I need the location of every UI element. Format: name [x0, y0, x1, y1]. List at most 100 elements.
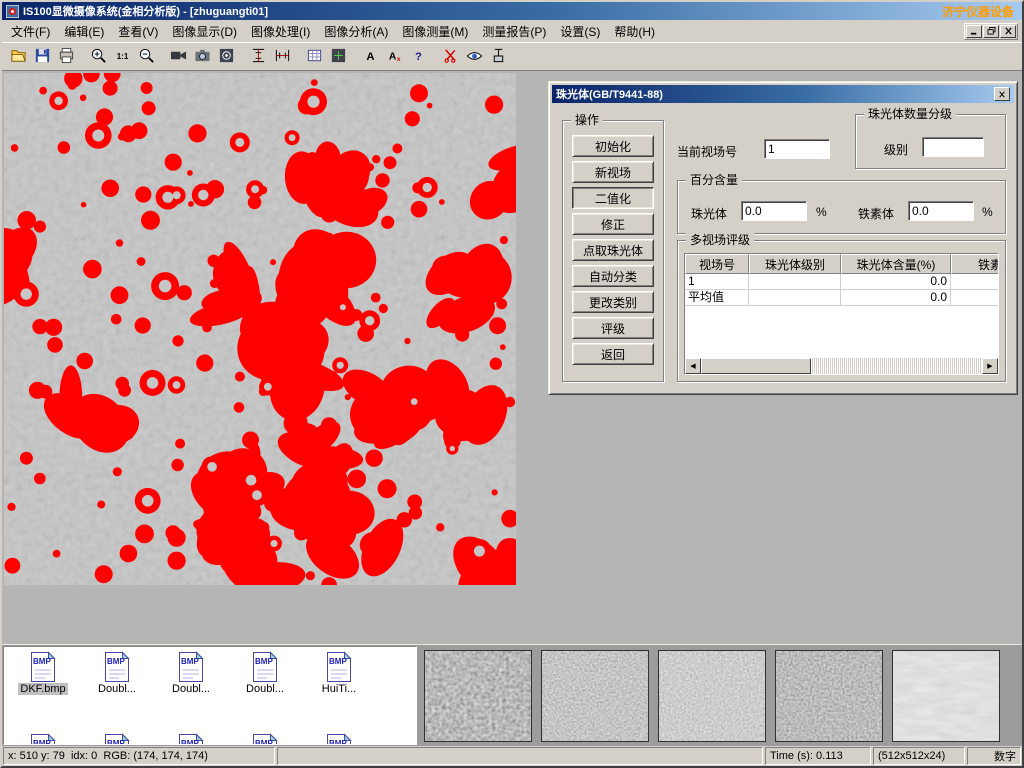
file-name: Doubl...	[170, 683, 212, 695]
svg-text:A: A	[388, 51, 396, 62]
menu-item-5[interactable]: 图像分析(A)	[317, 20, 395, 43]
thumbnail-image-4[interactable]	[775, 650, 883, 742]
table-cell	[749, 274, 841, 290]
table-hscrollbar[interactable]: ◀ ▶	[685, 358, 998, 374]
menu-items: 文件(F)编辑(E)查看(V)图像显示(D)图像处理(I)图像分析(A)图像测量…	[4, 20, 662, 43]
help-button[interactable]: ?	[406, 45, 430, 68]
op-button-3[interactable]: 修正	[572, 213, 654, 235]
text-button[interactable]: A	[358, 45, 382, 68]
bmp-file-icon: BMP	[176, 733, 206, 745]
pearlite-input[interactable]	[741, 201, 807, 221]
bmp-file-icon: BMP	[102, 651, 132, 683]
dialog-close-button[interactable]	[994, 87, 1010, 101]
current-field-input[interactable]	[764, 139, 830, 159]
marker-icon	[330, 47, 347, 67]
file-item-0[interactable]: BMPDKF.bmp	[6, 651, 80, 695]
thumbnail-image-5[interactable]	[892, 650, 1000, 742]
actual-size-button[interactable]: 1:1	[110, 45, 134, 68]
file-browser[interactable]: BMPDKF.bmpBMPDoubl...BMPDoubl...BMPDoubl…	[3, 646, 417, 745]
thumbnail-strip	[418, 645, 1022, 746]
file-item-partial-1[interactable]: BMP	[80, 733, 154, 745]
svg-text:A: A	[366, 50, 374, 62]
table-cell: 平均值	[685, 290, 749, 306]
table-body: 10.0平均值0.0	[685, 274, 998, 358]
micrometer-icon	[490, 47, 507, 67]
bmp-file-icon: BMP	[102, 733, 132, 745]
op-button-1[interactable]: 新视场	[572, 161, 654, 183]
micrograph-image[interactable]	[4, 73, 516, 585]
table-header-3[interactable]: 铁素体	[951, 254, 998, 274]
ferrite-label: 铁素体	[858, 205, 894, 222]
file-row-2: BMPBMPBMPBMPBMP	[6, 733, 376, 745]
cut-button[interactable]	[438, 45, 462, 68]
level-input[interactable]	[922, 137, 984, 157]
video-button[interactable]	[166, 45, 190, 68]
file-item-partial-0[interactable]: BMP	[6, 733, 80, 745]
mdi-restore-button[interactable]	[983, 25, 999, 38]
camera-button[interactable]	[190, 45, 214, 68]
scroll-thumb[interactable]	[701, 358, 811, 374]
preview-button[interactable]	[462, 45, 486, 68]
dialog-body: 操作 初始化新视场二值化修正点取珠光体自动分类更改类别评级返回 当前视场号 珠光…	[552, 104, 1014, 391]
zoom-in-button[interactable]	[86, 45, 110, 68]
marker-button[interactable]	[326, 45, 350, 68]
print-button[interactable]	[54, 45, 78, 68]
op-button-6[interactable]: 更改类别	[572, 291, 654, 313]
scroll-left-button[interactable]: ◀	[685, 358, 701, 374]
mdi-close-button[interactable]	[1000, 25, 1016, 38]
file-item-partial-3[interactable]: BMP	[228, 733, 302, 745]
open-button[interactable]	[6, 45, 30, 68]
save-button[interactable]	[30, 45, 54, 68]
table-row-1[interactable]: 平均值0.0	[685, 290, 998, 306]
table-row-0[interactable]: 10.0	[685, 274, 998, 290]
capture-button[interactable]	[214, 45, 238, 68]
op-button-2[interactable]: 二值化	[572, 187, 654, 209]
capture-icon	[218, 47, 235, 67]
menu-item-3[interactable]: 图像显示(D)	[165, 20, 244, 43]
grid-button[interactable]	[302, 45, 326, 68]
zoom-out-button[interactable]	[134, 45, 158, 68]
menu-item-1[interactable]: 编辑(E)	[57, 20, 111, 43]
menu-item-7[interactable]: 测量报告(P)	[475, 20, 553, 43]
file-item-4[interactable]: BMPHuiTi...	[302, 651, 376, 695]
ferrite-input[interactable]	[908, 201, 974, 221]
scroll-track[interactable]	[701, 358, 982, 374]
op-button-5[interactable]: 自动分类	[572, 265, 654, 287]
table-cell	[951, 274, 998, 290]
grid-icon	[306, 47, 323, 67]
op-button-8[interactable]: 返回	[572, 343, 654, 365]
zoom-in-icon	[90, 47, 107, 67]
dialog-title-bar[interactable]: 珠光体(GB/T9441-88)	[552, 85, 1014, 103]
file-item-1[interactable]: BMPDoubl...	[80, 651, 154, 695]
file-row-1: BMPDKF.bmpBMPDoubl...BMPDoubl...BMPDoubl…	[6, 651, 376, 695]
op-button-4[interactable]: 点取珠光体	[572, 239, 654, 261]
mdi-minimize-button[interactable]	[966, 25, 982, 38]
title-bar[interactable]: IS100显微摄像系统(金相分析版) - [zhuguangti01] 济宁仪器…	[2, 2, 1022, 20]
menu-item-0[interactable]: 文件(F)	[4, 20, 57, 43]
table-header-1[interactable]: 珠光体级别	[749, 254, 841, 274]
thumbnail-image-3[interactable]	[658, 650, 766, 742]
scroll-right-button[interactable]: ▶	[982, 358, 998, 374]
menu-item-4[interactable]: 图像处理(I)	[244, 20, 317, 43]
menu-item-8[interactable]: 设置(S)	[553, 20, 607, 43]
thumbnail-image-1[interactable]	[424, 650, 532, 742]
text-style-button[interactable]: Ax	[382, 45, 406, 68]
brand-text: 济宁仪器设备	[942, 3, 1014, 20]
actual-size-icon: 1:1	[114, 47, 131, 67]
file-item-partial-2[interactable]: BMP	[154, 733, 228, 745]
menu-item-6[interactable]: 图像测量(M)	[395, 20, 475, 43]
table-header-2[interactable]: 珠光体含量(%)	[841, 254, 951, 274]
file-item-partial-4[interactable]: BMP	[302, 733, 376, 745]
caliper-vertical-button[interactable]	[246, 45, 270, 68]
micrometer-button[interactable]	[486, 45, 510, 68]
table-header-0[interactable]: 视场号	[685, 254, 749, 274]
file-item-3[interactable]: BMPDoubl...	[228, 651, 302, 695]
help-icon: ?	[410, 47, 427, 67]
menu-item-9[interactable]: 帮助(H)	[607, 20, 662, 43]
file-item-2[interactable]: BMPDoubl...	[154, 651, 228, 695]
thumbnail-image-2[interactable]	[541, 650, 649, 742]
op-button-7[interactable]: 评级	[572, 317, 654, 339]
caliper-horizontal-button[interactable]	[270, 45, 294, 68]
menu-item-2[interactable]: 查看(V)	[111, 20, 165, 43]
op-button-0[interactable]: 初始化	[572, 135, 654, 157]
